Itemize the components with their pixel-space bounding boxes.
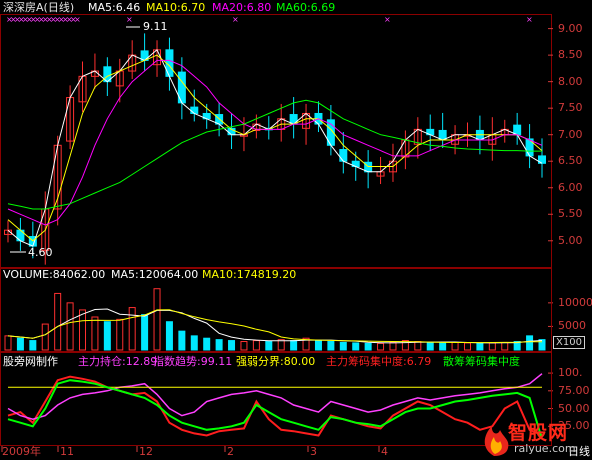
chip-concentration-legend: 主力筹码集中度:6.79: [326, 355, 432, 368]
signal-marker: ×: [526, 15, 533, 24]
volume-tick-label: 5000: [558, 319, 586, 333]
ma-line-ma5: [7, 48, 543, 247]
price-tick-label: 6.00: [558, 180, 583, 194]
price-tick-label: 6.50: [558, 154, 583, 168]
time-label: 3: [310, 445, 317, 458]
indicator-tick-label: 75.00: [558, 383, 590, 397]
zhigu-watermark: 智股网 ralyue.com: [478, 418, 590, 458]
candle-body: [190, 106, 199, 114]
volume-ma10-legend: MA10:174819.20: [202, 268, 297, 281]
volume-tick-label: 10000: [558, 295, 592, 309]
time-label: 2: [227, 445, 234, 458]
price-tick-label: 7.50: [558, 101, 583, 115]
time-label: 2009年: [2, 445, 41, 458]
indicator-tick-label: 100.: [558, 366, 583, 380]
ma60-legend: MA60:6.69: [276, 1, 336, 14]
price-tick-label: 9.00: [558, 21, 583, 35]
signal-marker: ×: [232, 15, 239, 24]
index-trend-legend: 指数趋势:99.11: [153, 355, 233, 368]
ma-line-ma10: [7, 54, 543, 242]
strength-legend: 强弱分界:80.00: [236, 355, 316, 368]
ma20-legend: MA20:6.80: [212, 1, 272, 14]
price-tick-label: 8.00: [558, 74, 583, 88]
candle-body: [339, 149, 348, 162]
watermark-url: ralyue.com: [514, 442, 576, 455]
time-label: 4: [381, 445, 388, 458]
signal-marker: ×: [74, 15, 81, 24]
ma-line-ma60: [7, 99, 542, 210]
ma5-legend: MA5:6.46: [88, 1, 141, 14]
price-tick-label: 7.00: [558, 127, 583, 141]
watermark-brand: 智股网: [508, 422, 569, 444]
price-tick-label: 5.00: [558, 233, 583, 247]
signal-marker: ×: [384, 15, 391, 24]
time-label: 12: [139, 445, 153, 458]
indicator-tick-label: 50.00: [558, 401, 590, 415]
main-position-legend: 主力持仓:12.89: [78, 355, 158, 368]
volume-legend: VOLUME:84062.00: [3, 268, 106, 281]
price-tick-label: 8.50: [558, 48, 583, 62]
high-price-label: 9.11: [143, 20, 168, 33]
ma-line-ma20: [7, 59, 543, 226]
retail-concentration-legend: 散筹筹码集中度: [443, 355, 520, 368]
stock-title: 深深房A(日线): [3, 1, 75, 14]
price-tick-label: 5.50: [558, 207, 583, 221]
ma10-legend: MA10:6.70: [146, 1, 206, 14]
indicator-title: 股旁网制作: [3, 355, 58, 368]
volume-ma5-legend: MA5:120064.00: [111, 268, 199, 281]
volume-unit-badge: X100: [553, 336, 585, 349]
time-label: 11: [60, 445, 74, 458]
signal-marker: ×: [126, 15, 133, 24]
low-price-label: 4.60: [28, 246, 53, 259]
